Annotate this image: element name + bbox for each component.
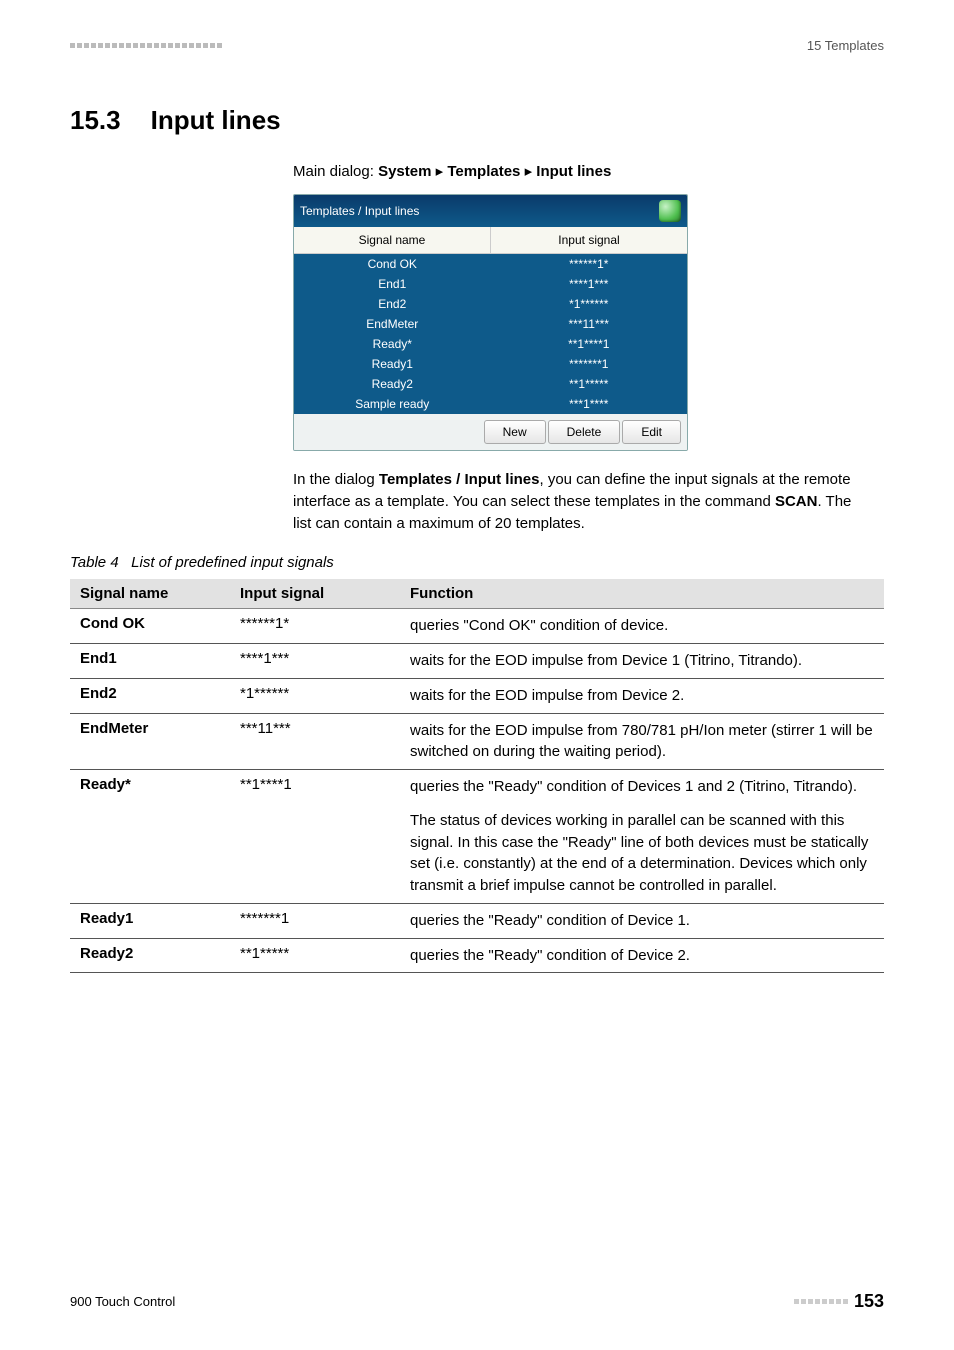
table-header: Function [400,579,884,609]
header-decoration [70,43,222,48]
table-cell-func: queries the "Ready" condition of Devices… [400,770,884,904]
table-cell-func: queries the "Ready" condition of Device … [400,903,884,938]
table-header: Input signal [230,579,400,609]
breadcrumb: Main dialog: System ▸ Templates ▸ Input … [293,162,873,180]
table-cell-func: queries "Cond OK" condition of device. [400,609,884,644]
table-cell-name: Ready2 [70,938,230,973]
table-number: Table 4 [70,554,119,571]
table-cell-func: waits for the EOD impulse from Device 1 … [400,644,884,679]
table-cell-func: queries the "Ready" condition of Device … [400,938,884,973]
dialog-signal-name[interactable]: Cond OK [294,254,491,274]
table-cell-func: waits for the EOD impulse from 780/781 p… [400,713,884,770]
table-cell-name: Cond OK [70,609,230,644]
page-number: 153 [854,1291,884,1312]
table-cell-name: End1 [70,644,230,679]
intro-paragraph: In the dialog Templates / Input lines, y… [293,469,873,534]
dialog-signal-name[interactable]: EndMeter [294,314,491,334]
footer-decoration [794,1299,848,1304]
table-cell-func: waits for the EOD impulse from Device 2. [400,678,884,713]
table-cell-sig: ***11*** [230,713,400,770]
table-cell-sig: *******1 [230,903,400,938]
table-cell-name: Ready1 [70,903,230,938]
breadcrumb-prefix: Main dialog: [293,163,378,180]
delete-button[interactable]: Delete [548,420,621,444]
dialog-column-header: Input signal [491,227,687,254]
dialog-signal-name[interactable]: Ready* [294,334,491,354]
table-cell-name: EndMeter [70,713,230,770]
table-cell-name: End2 [70,678,230,713]
dialog-signal-pattern: ***11*** [491,314,688,334]
dialog-signal-name[interactable]: Ready1 [294,354,491,374]
dialog-signal-pattern: ****1*** [491,274,688,294]
dialog-column-header: Signal name [294,227,491,254]
section-title: Input lines [151,105,281,136]
breadcrumb-item: Input lines [536,163,611,180]
dialog-title: Templates / Input lines [300,204,419,218]
table-cell-sig: ******1* [230,609,400,644]
table-header: Signal name [70,579,230,609]
dialog-signal-pattern: ******1* [491,254,688,274]
table-cell-sig: *1****** [230,678,400,713]
table-cell-sig: **1***** [230,938,400,973]
signals-table: Signal name Input signal Function Cond O… [70,579,884,973]
dialog-signal-pattern: ***1**** [491,394,688,414]
dialog-signal-name[interactable]: Ready2 [294,374,491,394]
table-cell-sig: ****1*** [230,644,400,679]
breadcrumb-item: Templates [447,163,520,180]
header-chapter: 15 Templates [807,38,884,53]
dialog-signal-name[interactable]: End1 [294,274,491,294]
footer-product: 900 Touch Control [70,1294,175,1309]
table-cell-sig: **1****1 [230,770,400,904]
table-cell-name: Ready* [70,770,230,904]
dialog-signal-pattern: *1****** [491,294,688,314]
new-button[interactable]: New [484,420,546,444]
dialog-signal-name[interactable]: End2 [294,294,491,314]
home-icon[interactable] [659,200,681,222]
dialog-signal-pattern: **1****1 [491,334,688,354]
dialog-signal-pattern: *******1 [491,354,688,374]
dialog-templates-input-lines: Templates / Input lines Signal name Inpu… [293,194,688,451]
dialog-signal-name[interactable]: Sample ready [294,394,491,414]
table-caption-text: List of predefined input signals [131,554,334,571]
breadcrumb-item: System [378,163,431,180]
section-number: 15.3 [70,105,121,136]
dialog-signal-pattern: **1***** [491,374,688,394]
edit-button[interactable]: Edit [622,420,681,444]
